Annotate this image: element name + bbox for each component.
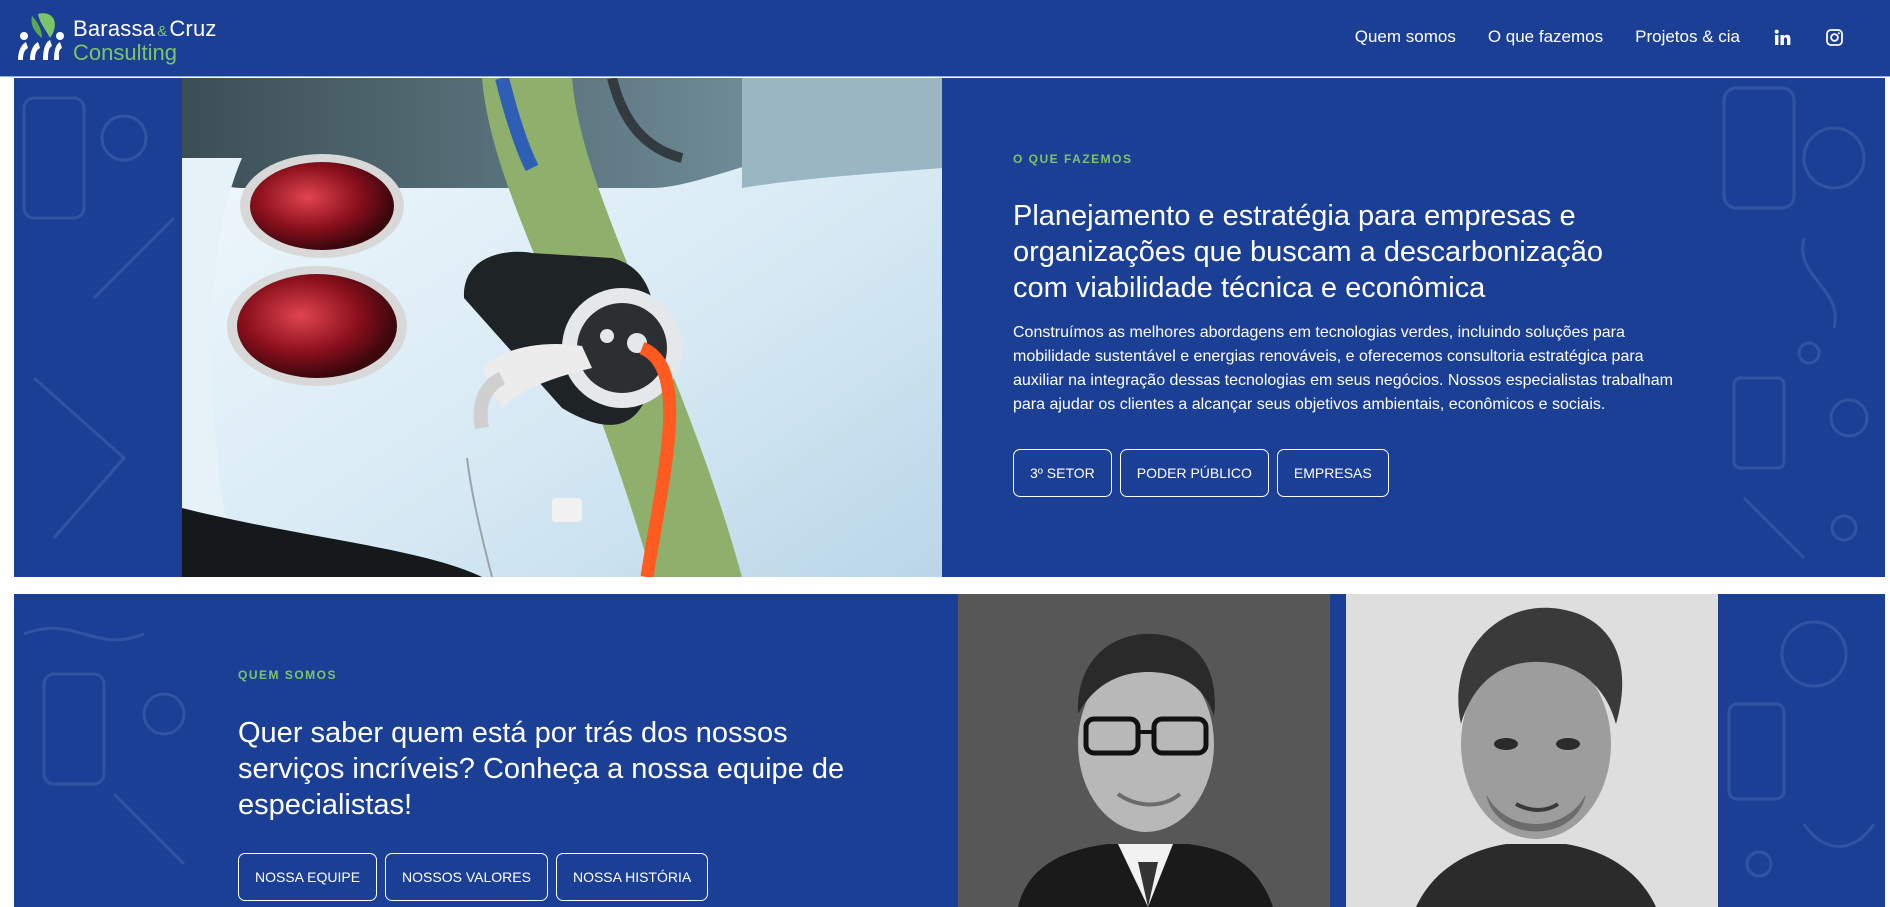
poder-publico-button[interactable]: PODER PÚBLICO: [1119, 449, 1269, 497]
linkedin-icon[interactable]: [1772, 27, 1792, 47]
section-eyebrow: QUEM SOMOS: [238, 668, 338, 682]
nav-link-quem-somos[interactable]: Quem somos: [1355, 27, 1456, 47]
instagram-icon[interactable]: [1824, 27, 1844, 47]
logo-subtitle: Consulting: [73, 40, 177, 65]
section-heading: Planejamento e estratégia para empresas …: [1013, 200, 1604, 304]
audience-button-group: 3º SETOR PODER PÚBLICO EMPRESAS: [1013, 449, 1397, 497]
top-navbar: Barassa &Cruz Consulting Quem somos O que…: [0, 0, 1890, 77]
team-member-photo: [1346, 594, 1718, 907]
logo-wordmark: Barassa &Cruz: [73, 16, 217, 41]
team-button-group: NOSSA EQUIPE NOSSOS VALORES NOSSA HISTÓR…: [238, 853, 716, 901]
section-eyebrow: O QUE FAZEMOS: [1013, 152, 1133, 166]
nossos-valores-button[interactable]: NOSSOS VALORES: [385, 853, 548, 901]
nav-link-projetos[interactable]: Projetos & cia: [1635, 27, 1740, 47]
nossa-historia-button[interactable]: NOSSA HISTÓRIA: [555, 853, 709, 901]
what-we-do-section: O QUE FAZEMOS Planejamento e estratégia …: [14, 78, 1885, 577]
terceiro-setor-button[interactable]: 3º SETOR: [1013, 449, 1112, 497]
ev-charging-photo: [182, 78, 942, 577]
who-we-are-section: QUEM SOMOS Quer saber quem está por trás…: [14, 594, 1885, 907]
section-heading: Quer saber quem está por trás dos nossos…: [238, 717, 845, 821]
leaf-people-logo-icon: [18, 13, 64, 60]
section-description: Construímos as melhores abordagens em te…: [1013, 324, 1673, 413]
nossa-equipe-button[interactable]: NOSSA EQUIPE: [238, 853, 378, 901]
empresas-button[interactable]: EMPRESAS: [1276, 449, 1389, 497]
main-nav: Quem somos O que fazemos Projetos & cia: [1323, 22, 1844, 52]
nav-link-o-que-fazemos[interactable]: O que fazemos: [1488, 27, 1603, 47]
company-logo[interactable]: Barassa &Cruz Consulting: [16, 6, 226, 66]
team-member-photo: [958, 594, 1330, 907]
